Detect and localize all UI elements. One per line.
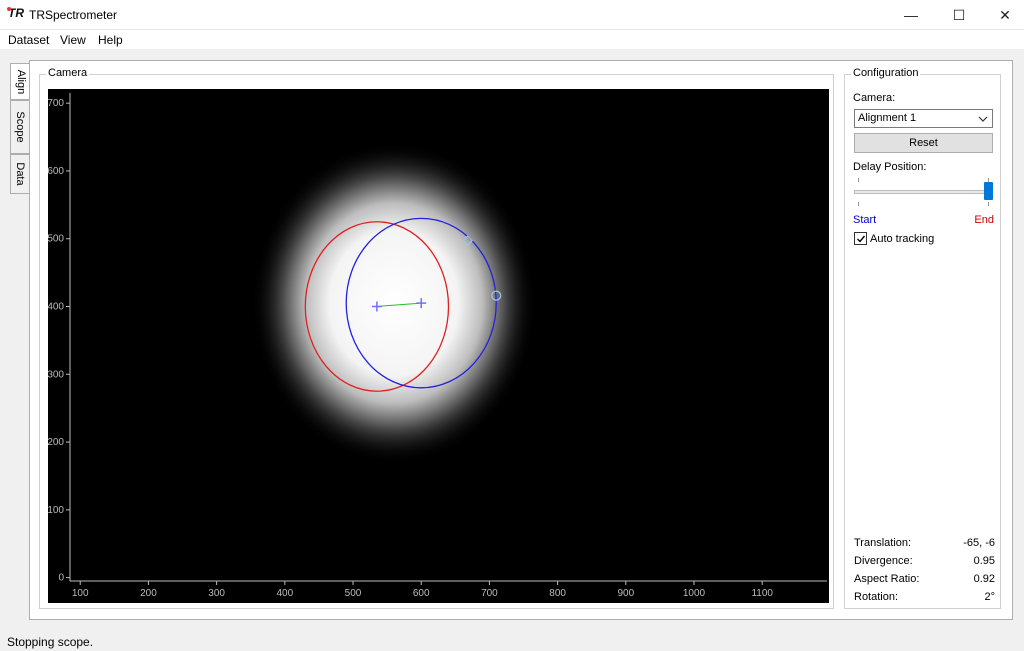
tab-data[interactable]: Data	[10, 154, 30, 194]
menu-dataset[interactable]: Dataset	[8, 33, 49, 47]
camera-select-value: Alignment 1	[858, 112, 917, 124]
delay-slider-handle[interactable]	[984, 182, 993, 200]
translation-value: -65, -6	[963, 537, 995, 549]
aspect-ratio-value: 0.92	[973, 573, 995, 585]
x-tick-label: 300	[208, 588, 225, 599]
tab-scope[interactable]: Scope	[10, 100, 30, 154]
window-title: TRSpectrometer	[29, 8, 118, 22]
chevron-down-icon	[978, 116, 988, 122]
translation-label: Translation:	[854, 537, 912, 549]
y-tick-label: 600	[48, 166, 64, 177]
menu-view[interactable]: View	[60, 33, 86, 47]
divergence-row: Divergence: 0.95	[854, 555, 995, 569]
slider-tick	[858, 202, 859, 206]
rotation-value: 2°	[984, 591, 995, 603]
aspect-ratio-label: Aspect Ratio:	[854, 573, 920, 585]
auto-tracking-label: Auto tracking	[870, 233, 935, 245]
camera-plot-svg[interactable]: 100 200 300 400 500 600 700 800 900 1000 1100 0 100 2…	[47, 89, 829, 603]
status-bar: Stopping scope.	[0, 631, 1024, 651]
minimize-icon: —	[904, 7, 918, 23]
delay-end-label: End	[974, 214, 994, 226]
camera-label: Camera:	[853, 92, 896, 104]
maximize-button[interactable]: ☐	[936, 0, 982, 30]
delay-position-label: Delay Position:	[853, 161, 927, 173]
reset-button[interactable]: Reset	[854, 133, 993, 153]
y-tick-label: 500	[48, 234, 64, 245]
y-tick-label: 200	[48, 437, 64, 448]
translation-row: Translation: -65, -6	[854, 537, 995, 551]
y-tick-label: 0	[58, 573, 64, 584]
divergence-label: Divergence:	[854, 555, 913, 567]
close-button[interactable]: ✕	[982, 0, 1024, 30]
x-tick-label: 1000	[683, 588, 706, 599]
slider-tick	[988, 202, 989, 206]
x-tick-label: 900	[617, 588, 634, 599]
x-tick-label: 700	[481, 588, 498, 599]
y-tick-label: 700	[48, 98, 64, 109]
rotation-row: Rotation: 2°	[854, 591, 995, 605]
menu-help[interactable]: Help	[98, 33, 123, 47]
x-tick-label: 200	[140, 588, 157, 599]
camera-group-title: Camera	[46, 67, 90, 79]
auto-tracking-checkbox[interactable]	[854, 232, 867, 245]
slider-tick	[858, 178, 859, 182]
y-tick-label: 300	[48, 369, 64, 380]
delay-start-label: Start	[853, 214, 877, 226]
x-tick-label: 800	[549, 588, 566, 599]
app-logo-icon: TR	[7, 6, 24, 20]
tab-align[interactable]: Align	[10, 63, 30, 100]
aspect-ratio-row: Aspect Ratio: 0.92	[854, 573, 995, 587]
x-tick-label: 100	[72, 588, 89, 599]
close-icon: ✕	[999, 6, 1011, 23]
x-tick-label: 600	[413, 588, 430, 599]
rotation-label: Rotation:	[854, 591, 899, 603]
beam-spot	[251, 142, 537, 465]
check-icon	[857, 235, 866, 243]
x-tick-label: 500	[345, 588, 362, 599]
y-tick-label: 400	[48, 302, 64, 313]
minimize-button[interactable]: —	[888, 0, 934, 30]
align-panel: Camera 100 200 300 400 500 600 700 800 900 1000 11…	[29, 60, 1013, 620]
camera-select[interactable]: Alignment 1	[854, 109, 993, 128]
configuration-group-title: Configuration	[851, 67, 921, 79]
maximize-icon: ☐	[952, 6, 966, 23]
delay-slider-track[interactable]	[854, 190, 992, 194]
x-tick-label: 400	[276, 588, 293, 599]
configuration-group: Configuration Camera: Alignment 1 Reset …	[844, 67, 1001, 609]
status-text: Stopping scope.	[7, 635, 94, 649]
y-tick-label: 100	[48, 505, 64, 516]
menu-bar: Dataset View Help	[0, 30, 1024, 49]
x-tick-label: 1100	[751, 588, 773, 599]
camera-plot[interactable]: 100 200 300 400 500 600 700 800 900 1000 1100 0 100 2…	[47, 89, 829, 603]
title-bar: TR TRSpectrometer — ☐ ✕	[0, 0, 1024, 30]
divergence-value: 0.95	[973, 555, 995, 567]
